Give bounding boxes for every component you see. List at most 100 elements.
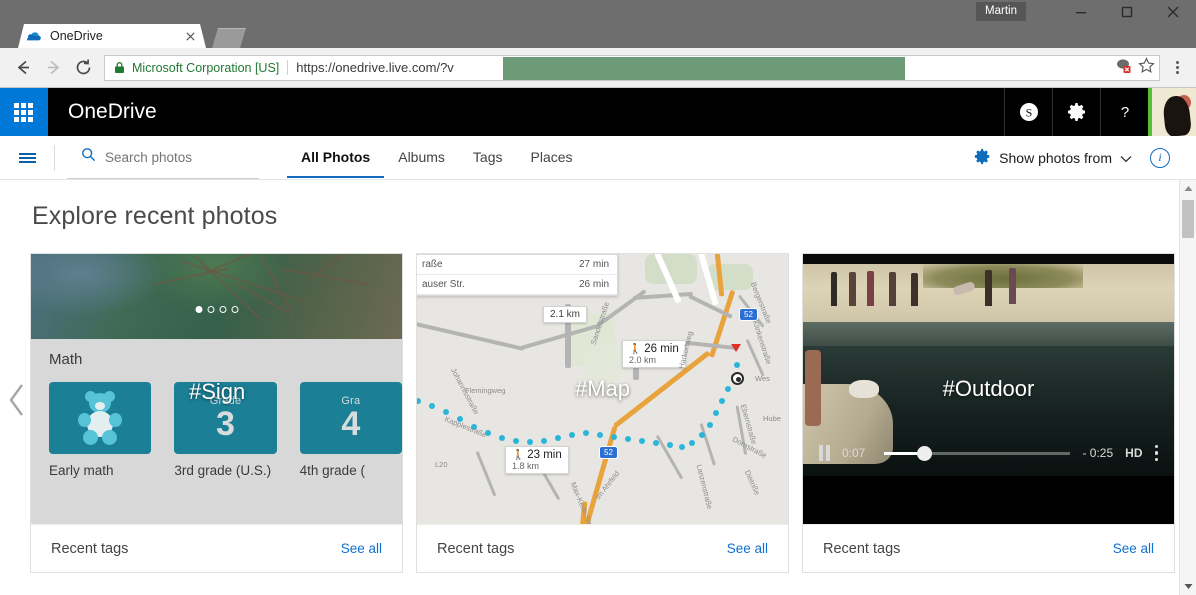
close-icon[interactable] bbox=[182, 28, 198, 44]
info-icon[interactable]: i bbox=[1150, 147, 1170, 168]
walk-duration: 26 min bbox=[644, 343, 679, 355]
carousel-dot[interactable] bbox=[219, 306, 226, 313]
elapsed-time: 0:07 bbox=[842, 446, 866, 460]
dot bbox=[1175, 66, 1179, 69]
pause-icon[interactable] bbox=[819, 445, 830, 461]
card-thumbnail[interactable]: raße 27 min auser Str. 26 min 2.1 km 🚶 2… bbox=[417, 254, 788, 524]
tile-caption: Early math bbox=[49, 463, 114, 478]
photo-card[interactable]: 0:07 - 0:25 HD #Outdoor Recent tags See … bbox=[802, 253, 1175, 573]
dot bbox=[1175, 61, 1179, 64]
tab-strip: OneDrive bbox=[0, 24, 1196, 48]
svg-text:S: S bbox=[1025, 106, 1032, 120]
grade-number: 4 bbox=[341, 404, 361, 443]
khan-tile[interactable]: Gra 4 4th grade ( bbox=[299, 382, 402, 478]
tab-places[interactable]: Places bbox=[517, 137, 587, 178]
help-icon[interactable]: ? bbox=[1100, 88, 1148, 136]
photo-tabs: All Photos Albums Tags Places bbox=[287, 137, 587, 178]
omnibox-divider bbox=[287, 60, 289, 75]
card-thumbnail[interactable]: 0:07 - 0:25 HD #Outdoor bbox=[803, 254, 1174, 524]
tile-art: Grade 3 bbox=[174, 382, 277, 454]
photos-navbar: All Photos Albums Tags Places Show photo… bbox=[0, 136, 1196, 180]
street-label: L20 bbox=[435, 460, 448, 469]
kebab-menu-icon[interactable] bbox=[1154, 444, 1158, 462]
carousel-dot-active[interactable] bbox=[195, 306, 202, 313]
scrollbar-thumb[interactable] bbox=[1182, 200, 1194, 238]
brand-title[interactable]: OneDrive bbox=[48, 88, 157, 136]
skype-icon[interactable]: S bbox=[1004, 88, 1052, 136]
onedrive-header: OneDrive S ? bbox=[0, 88, 1196, 136]
quality-badge[interactable]: HD bbox=[1125, 446, 1142, 460]
tab-all-photos[interactable]: All Photos bbox=[287, 137, 385, 178]
street-label: Wes bbox=[755, 374, 770, 383]
khan-tile[interactable]: Grade 3 3rd grade (U.S.) bbox=[174, 382, 277, 478]
video-thumbnail: 0:07 - 0:25 HD bbox=[803, 254, 1174, 524]
carousel-dot[interactable] bbox=[231, 306, 238, 313]
show-photos-from-button[interactable]: Show photos from bbox=[974, 148, 1132, 168]
tab-tags[interactable]: Tags bbox=[459, 137, 517, 178]
page-title: Explore recent photos bbox=[32, 202, 278, 230]
photo-card[interactable]: raße 27 min auser Str. 26 min 2.1 km 🚶 2… bbox=[416, 253, 789, 573]
directions-panel: raße 27 min auser Str. 26 min bbox=[417, 254, 618, 296]
avatar[interactable] bbox=[1148, 88, 1196, 136]
star-icon[interactable] bbox=[1138, 56, 1155, 79]
search-icon bbox=[81, 147, 96, 167]
recent-tags-label: Recent tags bbox=[51, 540, 129, 557]
carousel-dots[interactable] bbox=[195, 306, 238, 313]
street-label: Hube bbox=[763, 414, 781, 423]
carousel-prev-button[interactable] bbox=[6, 380, 28, 425]
profile-tooltip: Martin bbox=[976, 2, 1026, 21]
browser-tab-onedrive[interactable]: OneDrive bbox=[18, 24, 206, 48]
forward-button[interactable] bbox=[38, 53, 68, 83]
close-button[interactable] bbox=[1150, 0, 1196, 24]
khan-tile[interactable]: Early math bbox=[49, 382, 152, 478]
omnibox-actions bbox=[1111, 55, 1155, 80]
highway-shield: 52 bbox=[739, 308, 758, 321]
browser-titlebar: Martin bbox=[0, 0, 1196, 24]
see-all-link[interactable]: See all bbox=[727, 541, 768, 556]
scroll-up-button[interactable] bbox=[1180, 180, 1196, 197]
gear-icon[interactable] bbox=[1052, 88, 1100, 136]
tab-title: OneDrive bbox=[50, 29, 103, 43]
tab-albums[interactable]: Albums bbox=[384, 137, 459, 178]
walk-distance: 1.8 km bbox=[512, 461, 540, 471]
card-footer: Recent tags See all bbox=[31, 524, 402, 572]
reload-button[interactable] bbox=[68, 53, 98, 83]
hamburger-icon[interactable] bbox=[0, 151, 54, 165]
duration: 27 min bbox=[578, 259, 609, 270]
new-tab-button[interactable] bbox=[212, 28, 246, 48]
address-bar[interactable]: Microsoft Corporation [US] https://onedr… bbox=[104, 54, 1160, 81]
app-launcher-button[interactable] bbox=[0, 88, 48, 136]
tile-caption: 3rd grade (U.S.) bbox=[174, 463, 272, 478]
card-thumbnail[interactable]: Math Early math Grade 3 3rd grade (U.S.)… bbox=[31, 254, 402, 524]
photo-card-row: Math Early math Grade 3 3rd grade (U.S.)… bbox=[0, 231, 1196, 573]
nav-divider bbox=[54, 144, 55, 171]
photo-card[interactable]: Math Early math Grade 3 3rd grade (U.S.)… bbox=[30, 253, 403, 573]
khan-tile-row: Early math Grade 3 3rd grade (U.S.) Gra … bbox=[31, 368, 402, 478]
back-button[interactable] bbox=[8, 53, 38, 83]
search-input[interactable] bbox=[105, 149, 245, 165]
khan-body: Math Early math Grade 3 3rd grade (U.S.)… bbox=[31, 339, 402, 524]
remaining-time: - 0:25 bbox=[1082, 446, 1114, 460]
onedrive-cloud-icon bbox=[26, 28, 42, 44]
chevron-down-icon bbox=[1120, 150, 1132, 166]
duration: 26 min bbox=[578, 279, 609, 290]
chrome-menu-button[interactable] bbox=[1166, 54, 1188, 82]
extension-icon[interactable] bbox=[1115, 57, 1132, 79]
maximize-button[interactable] bbox=[1104, 0, 1150, 24]
walk-distance: 2.0 km bbox=[629, 355, 657, 365]
route-label: 🚶 23 min 1.8 km bbox=[505, 446, 569, 474]
page-scrollbar[interactable] bbox=[1179, 180, 1196, 595]
see-all-link[interactable]: See all bbox=[341, 541, 382, 556]
see-all-link[interactable]: See all bbox=[1113, 541, 1154, 556]
walk-duration: 23 min bbox=[527, 449, 562, 461]
progress-slider[interactable] bbox=[884, 445, 1070, 461]
teddy-bear-icon bbox=[77, 391, 123, 445]
scroll-down-button[interactable] bbox=[1180, 578, 1196, 595]
street-label: Flemingweg bbox=[465, 386, 506, 395]
minimize-button[interactable] bbox=[1058, 0, 1104, 24]
url-text: https://onedrive.live.com/?v bbox=[296, 60, 454, 75]
carousel-dot[interactable] bbox=[207, 306, 214, 313]
directions-row: auser Str. 26 min bbox=[417, 275, 617, 295]
search-box[interactable] bbox=[67, 136, 259, 179]
route-label: 🚶 26 min 2.0 km bbox=[622, 340, 686, 368]
